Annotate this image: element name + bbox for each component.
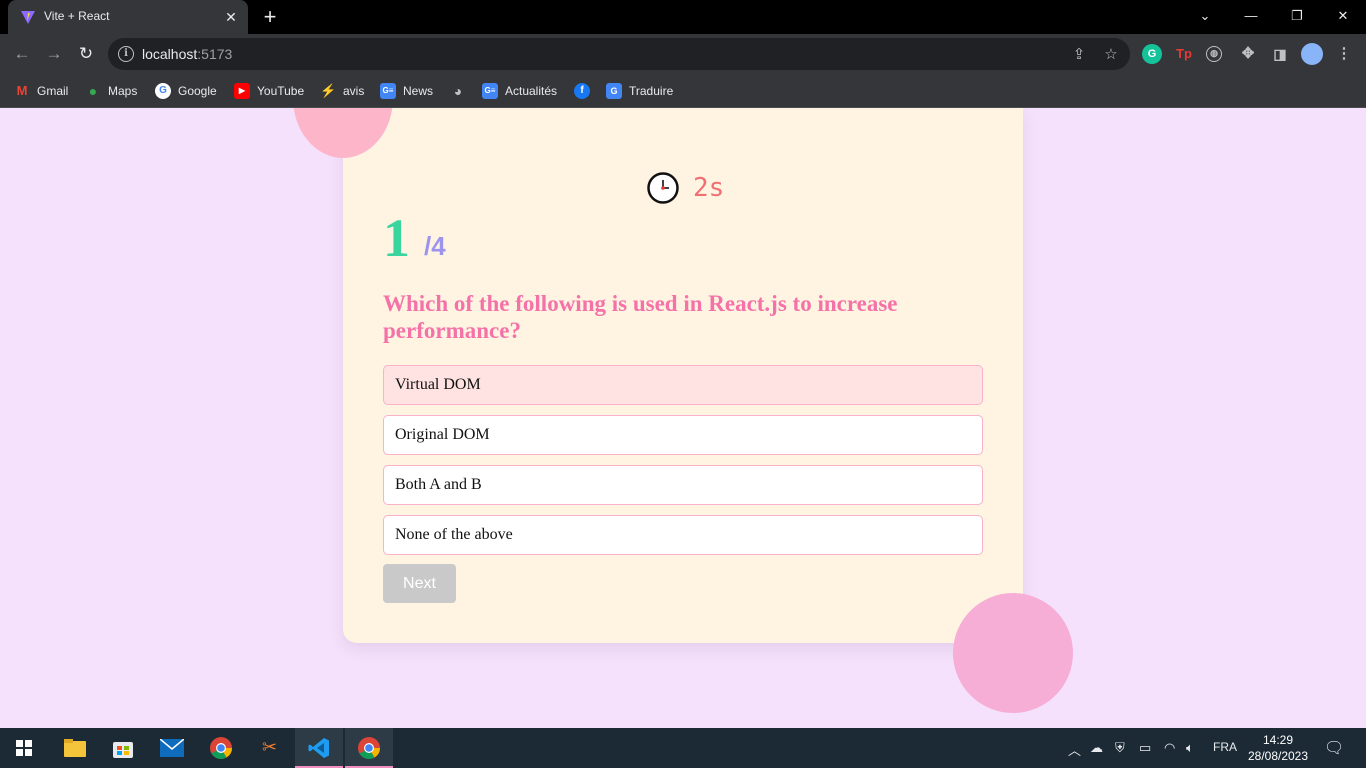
vscode-app[interactable] [295, 728, 343, 768]
timer-value: 2s [693, 173, 725, 203]
tool-app-icon: ✂ [262, 737, 278, 757]
browser-tab-strip: Vite + React ✕ + ⌄ — ❐ ✕ [0, 0, 1366, 34]
bookmark-maps[interactable]: ● Maps [85, 82, 138, 100]
news-icon: G≡ [380, 83, 396, 99]
store-icon [113, 742, 133, 758]
timer: 2s [647, 172, 724, 204]
forward-button[interactable]: → [42, 42, 66, 66]
folder-icon [64, 739, 86, 757]
volume-icon[interactable]: 🔈︎ [1186, 740, 1194, 756]
reload-button[interactable]: ↻ [74, 42, 98, 66]
chrome-icon [358, 737, 380, 759]
notifications-icon[interactable]: 🗨︎ [1324, 738, 1344, 758]
file-explorer-app[interactable] [50, 728, 98, 768]
close-window-button[interactable]: ✕ [1320, 0, 1366, 34]
quiz-card: 2s 1 /4 Which of the following is used i… [343, 108, 1023, 643]
grammarly-extension-icon[interactable]: G [1142, 44, 1162, 64]
bookmarks-bar: M Gmail ● Maps G Google ▶ YouTube ⚡ avis… [0, 74, 1366, 108]
bulb-extension-icon[interactable]: ◍ [1206, 46, 1222, 62]
question-text: Which of the following is used in React.… [383, 291, 898, 343]
bookmark-star-icon[interactable]: ☆ [1102, 46, 1120, 64]
system-clock[interactable]: 14:29 28/08/2023 [1246, 732, 1310, 764]
restore-button[interactable]: ❐ [1274, 0, 1320, 34]
chevron-up-icon[interactable]: ︿ [1068, 740, 1081, 759]
share-icon[interactable]: ⇪ [1070, 46, 1088, 64]
windows-taskbar: ✂ ︿ ☁ ⛨ ▭ ◠ 🔈︎ FRA 14:29 28/08/2023 🗨︎ [0, 728, 1366, 768]
current-question-number: 1 [383, 208, 410, 268]
clock-icon [647, 172, 679, 204]
tab-title: Vite + React [44, 9, 110, 23]
address-bar[interactable]: i localhost:5173 ⇪ ☆ [108, 38, 1130, 70]
bookmark-avis[interactable]: ⚡ avis [320, 82, 364, 100]
extensions-puzzle-icon[interactable]: ✥ [1238, 44, 1258, 64]
menu-kebab-icon[interactable]: ⋮ [1334, 44, 1354, 64]
app-tool[interactable]: ✂ [246, 728, 294, 768]
bookmark-news[interactable]: G≡ News [380, 82, 433, 100]
browser-tab[interactable]: Vite + React ✕ [8, 0, 248, 34]
chrome-icon [210, 737, 232, 759]
chrome-profile-app[interactable] [345, 728, 393, 768]
vscode-icon [308, 738, 329, 758]
url-text[interactable]: localhost:5173 [142, 46, 232, 62]
total-questions: /4 [424, 231, 446, 261]
wifi-icon[interactable]: ◠ [1164, 740, 1175, 756]
security-icon[interactable]: ⛨ [1115, 740, 1125, 756]
close-tab-icon[interactable]: ✕ [222, 8, 240, 26]
globe-icon: ◕ [453, 83, 463, 99]
next-button[interactable]: Next [383, 564, 456, 603]
youtube-icon: ▶ [234, 83, 250, 99]
store-app[interactable] [99, 728, 147, 768]
facebook-icon: f [574, 83, 590, 99]
bookmark-traduire[interactable]: G Traduire [606, 82, 673, 100]
bookmark-gmail[interactable]: M Gmail [14, 82, 69, 100]
battery-icon[interactable]: ▭ [1139, 740, 1151, 756]
vite-favicon-icon [21, 11, 35, 24]
windows-logo-icon [16, 740, 32, 756]
profile-avatar[interactable] [1301, 43, 1323, 65]
answer-option-3[interactable]: Both A and B [383, 465, 983, 505]
answer-option-1[interactable]: Virtual DOM [383, 365, 983, 405]
cloud-icon[interactable]: ☁ [1090, 740, 1103, 756]
browser-toolbar: ← → ↻ i localhost:5173 ⇪ ☆ G Tp ◍ ✥ ◨ ⋮ [0, 34, 1366, 74]
language-indicator[interactable]: FRA [1213, 740, 1237, 754]
translate-icon: G [606, 83, 622, 99]
tp-extension-icon[interactable]: Tp [1174, 44, 1194, 64]
bookmark-actualites[interactable]: G≡ Actualités [482, 82, 557, 100]
chrome-app[interactable] [197, 728, 245, 768]
avis-icon: ⚡ [320, 83, 337, 98]
mail-icon [160, 739, 184, 757]
google-icon: G [155, 83, 171, 99]
side-panel-icon[interactable]: ◨ [1270, 44, 1290, 64]
bookmark-globe[interactable]: ◕ [450, 82, 466, 100]
mail-app[interactable] [148, 728, 196, 768]
back-button[interactable]: ← [10, 42, 34, 66]
maps-icon: ● [88, 83, 98, 99]
decorative-circle-bottom [953, 593, 1073, 713]
gmail-icon: M [16, 83, 28, 98]
clock-time: 14:29 [1262, 733, 1294, 747]
site-info-icon[interactable]: i [118, 46, 134, 62]
quiz-page: 2s 1 /4 Which of the following is used i… [0, 108, 1366, 728]
new-tab-button[interactable]: + [258, 6, 282, 28]
bookmark-facebook[interactable]: f [574, 82, 590, 100]
clock-date: 28/08/2023 [1247, 749, 1309, 763]
answer-option-2[interactable]: Original DOM [383, 415, 983, 455]
minimize-button[interactable]: — [1228, 0, 1274, 34]
news-icon: G≡ [482, 83, 498, 99]
start-button[interactable] [0, 728, 48, 768]
bookmark-youtube[interactable]: ▶ YouTube [234, 82, 304, 100]
bookmark-google[interactable]: G Google [155, 82, 217, 100]
answer-option-4[interactable]: None of the above [383, 515, 983, 555]
tab-search-icon[interactable]: ⌄ [1182, 0, 1228, 34]
